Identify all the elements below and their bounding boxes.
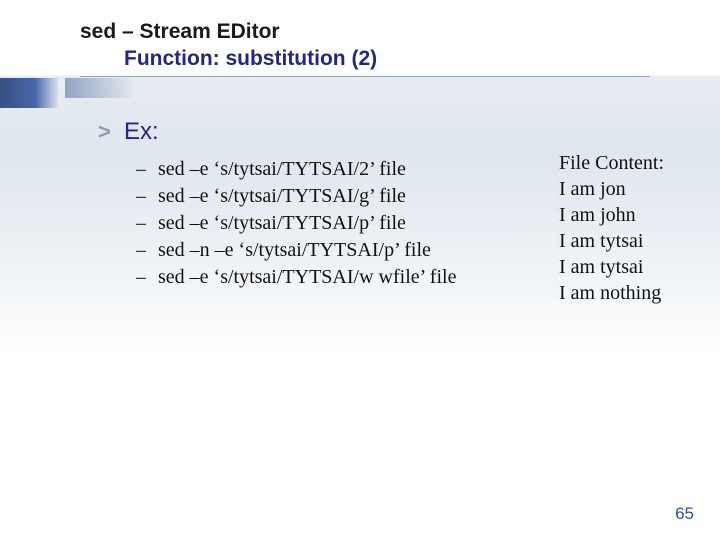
title-line-2: Function: substitution (2)	[80, 45, 377, 72]
bullet-dash-icon: –	[136, 240, 158, 261]
accent-strip-secondary	[65, 78, 135, 98]
file-content-line: I am tytsai	[559, 228, 664, 254]
bullet-dash-icon: –	[136, 186, 158, 207]
content-columns: – sed –e ‘s/tytsai/TYTSAI/2’ file – sed …	[98, 154, 670, 306]
bullet-dash-icon: –	[136, 267, 158, 288]
example-heading-row: > Ex:	[98, 118, 670, 146]
command-text: sed –e ‘s/tytsai/TYTSAI/2’ file	[158, 158, 406, 181]
file-content-line: I am tytsai	[559, 254, 664, 280]
list-item: – sed –e ‘s/tytsai/TYTSAI/g’ file	[136, 185, 456, 208]
list-item: – sed –e ‘s/tytsai/TYTSAI/2’ file	[136, 158, 456, 181]
list-item: – sed –e ‘s/tytsai/TYTSAI/w wfile’ file	[136, 266, 456, 289]
slide: sed – Stream EDitor Function: substituti…	[0, 0, 720, 540]
bullet-dash-icon: –	[136, 213, 158, 234]
list-item: – sed –n –e ‘s/tytsai/TYTSAI/p’ file	[136, 239, 456, 262]
example-label: Ex:	[124, 118, 159, 146]
file-content-line: I am jon	[559, 176, 664, 202]
list-item: – sed –e ‘s/tytsai/TYTSAI/p’ file	[136, 212, 456, 235]
command-list: – sed –e ‘s/tytsai/TYTSAI/2’ file – sed …	[136, 158, 456, 293]
file-content-box: File Content: I am jon I am john I am ty…	[559, 150, 664, 306]
file-content-line: I am nothing	[559, 280, 664, 306]
chevron-icon: >	[98, 119, 124, 145]
bullet-dash-icon: –	[136, 159, 158, 180]
command-text: sed –n –e ‘s/tytsai/TYTSAI/p’ file	[158, 239, 431, 262]
title-line-1: sed – Stream EDitor	[80, 18, 377, 45]
title-underline	[80, 76, 650, 77]
slide-title: sed – Stream EDitor Function: substituti…	[80, 18, 377, 73]
accent-strip	[0, 78, 58, 108]
file-content-heading: File Content:	[559, 150, 664, 176]
page-number: 65	[675, 504, 694, 524]
command-text: sed –e ‘s/tytsai/TYTSAI/w wfile’ file	[158, 266, 456, 289]
command-text: sed –e ‘s/tytsai/TYTSAI/p’ file	[158, 212, 406, 235]
slide-body: > Ex: – sed –e ‘s/tytsai/TYTSAI/2’ file …	[98, 118, 670, 306]
command-text: sed –e ‘s/tytsai/TYTSAI/g’ file	[158, 185, 406, 208]
file-content-line: I am john	[559, 202, 664, 228]
